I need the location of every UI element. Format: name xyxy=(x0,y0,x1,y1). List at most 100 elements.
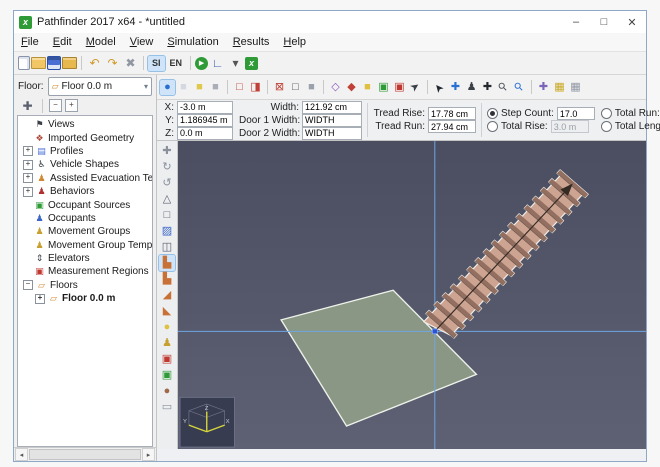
add-occupant-icon[interactable]: ♟ xyxy=(159,335,175,351)
door1-width-field[interactable] xyxy=(302,114,362,127)
menu-edit[interactable]: Edit xyxy=(46,35,79,49)
en-units-button[interactable]: EN xyxy=(166,56,187,71)
si-units-button[interactable]: SI xyxy=(148,56,165,71)
x-field[interactable] xyxy=(177,101,233,114)
z-field[interactable] xyxy=(177,127,233,140)
menu-model[interactable]: Model xyxy=(79,35,123,49)
obstruction-icon[interactable]: ● xyxy=(159,383,175,399)
rectangle-room-icon[interactable]: □ xyxy=(159,207,175,223)
tree-expander[interactable]: + xyxy=(35,294,45,304)
redo-icon[interactable]: ↷ xyxy=(104,55,121,72)
tree-expander[interactable]: + xyxy=(23,187,33,197)
tree-expander[interactable]: + xyxy=(23,160,33,170)
mesh-mode-icon[interactable]: ◆ xyxy=(344,80,359,95)
tree-options-icon[interactable]: ✚ xyxy=(19,97,36,114)
move-tool-icon[interactable]: ✚ xyxy=(448,80,463,95)
tree-expander[interactable]: + xyxy=(23,146,33,156)
tread-run-field[interactable] xyxy=(428,120,476,133)
snap-to-objects-icon[interactable]: ● xyxy=(160,80,175,95)
tread-rise-field[interactable] xyxy=(428,107,476,120)
tree-item-profiles[interactable]: +▤Profiles xyxy=(21,145,152,158)
close-button[interactable]: ✕ xyxy=(618,11,646,33)
tree-item-floor-0-0-m[interactable]: +▱Floor 0.0 m xyxy=(21,292,152,305)
tree-horizontal-scrollbar[interactable]: ◂ ▸ xyxy=(14,447,156,461)
exit-door-icon[interactable]: ▣ xyxy=(159,351,175,367)
select-move-icon[interactable]: ✚ xyxy=(159,143,175,159)
orbit-view-icon[interactable]: ↺ xyxy=(159,175,175,191)
reset-view-icon[interactable]: ✚ xyxy=(536,80,551,95)
select-tool-icon[interactable]: ➤ xyxy=(429,76,450,97)
expand-all-button[interactable]: + xyxy=(65,99,78,112)
ramp-tool-icon[interactable]: ◢ xyxy=(159,287,175,303)
wall-tool-icon[interactable]: ◫ xyxy=(159,239,175,255)
tree-item-measurement-regions[interactable]: ▣Measurement Regions xyxy=(21,265,152,278)
copy-yellow-icon[interactable]: ■ xyxy=(192,80,207,95)
tree-item-occupant-sources[interactable]: ▣Occupant Sources xyxy=(21,198,152,211)
tree-item-behaviors[interactable]: +♟Behaviors xyxy=(21,185,152,198)
door2-width-field[interactable] xyxy=(302,127,362,140)
measure-tool-icon[interactable]: ▭ xyxy=(159,399,175,415)
y-field[interactable] xyxy=(177,114,233,127)
menu-simulation[interactable]: Simulation xyxy=(160,35,225,49)
occupant-source-icon[interactable]: ▣ xyxy=(159,367,175,383)
tree-item-imported-geometry[interactable]: ❖Imported Geometry xyxy=(21,131,152,144)
scrollbar-thumb[interactable] xyxy=(29,449,141,460)
scene-canvas[interactable]: XYZ xyxy=(178,141,646,449)
total-rise-field[interactable] xyxy=(551,120,589,133)
floor-selector-dropdown[interactable]: ▱ Floor 0.0 m ▾ xyxy=(48,77,152,96)
scroll-left-arrow[interactable]: ◂ xyxy=(15,448,28,461)
wireframe-cube-icon[interactable]: □ xyxy=(232,80,247,95)
step-count-radio[interactable] xyxy=(487,108,498,119)
minimize-button[interactable]: – xyxy=(562,11,590,33)
step-count-field[interactable] xyxy=(557,107,595,120)
3d-viewport[interactable]: XYZ xyxy=(178,141,646,449)
run-simulation-icon[interactable]: ▶ xyxy=(195,57,208,70)
scroll-right-arrow[interactable]: ▸ xyxy=(142,448,155,461)
tree-item-elevators[interactable]: ⇕Elevators xyxy=(21,252,152,265)
copy-object-icon[interactable]: ■ xyxy=(176,80,191,95)
roam-tool-icon[interactable]: ♟ xyxy=(464,80,479,95)
delete-icon[interactable]: ✖ xyxy=(122,55,139,72)
collapse-all-button[interactable]: − xyxy=(49,99,62,112)
edit-grid-icon[interactable]: ▦ xyxy=(568,80,583,95)
tree-expander[interactable]: − xyxy=(23,280,33,290)
tree-expander[interactable]: + xyxy=(23,173,33,183)
new-file-icon[interactable] xyxy=(18,56,30,70)
stairs-door-tool-icon[interactable]: ▙ xyxy=(159,271,175,287)
show-occupants-icon[interactable]: ■ xyxy=(360,80,375,95)
undo-icon[interactable]: ↶ xyxy=(86,55,103,72)
menu-file[interactable]: File xyxy=(14,35,46,49)
total-run-radio[interactable] xyxy=(601,108,612,119)
cursor-options-icon[interactable]: ➤ xyxy=(405,77,426,98)
show-all-icon[interactable]: ■ xyxy=(304,80,319,95)
escalator-tool-icon[interactable]: ◣ xyxy=(159,303,175,319)
zoom-box-tool-icon[interactable]: ⚲ xyxy=(509,76,530,97)
tree-item-occupants[interactable]: ♟Occupants xyxy=(21,212,152,225)
results-dropdown-caret[interactable]: ▾ xyxy=(227,55,244,72)
save-as-icon[interactable] xyxy=(62,57,77,69)
menu-results[interactable]: Results xyxy=(226,35,277,49)
menu-view[interactable]: View xyxy=(123,35,161,49)
hide-object-icon[interactable]: ⊠ xyxy=(272,80,287,95)
maximize-button[interactable]: □ xyxy=(590,11,618,33)
tree-item-views[interactable]: ⚑Views xyxy=(21,118,152,131)
polygon-room-icon[interactable]: △ xyxy=(159,191,175,207)
grid-snap-icon[interactable]: ▦ xyxy=(552,80,567,95)
copy-gray-icon[interactable]: ■ xyxy=(208,80,223,95)
stairs-object[interactable] xyxy=(421,170,588,344)
pathfinder-results-icon[interactable]: x xyxy=(245,57,258,70)
tree-item-assisted-evacuation-teams[interactable]: +♟Assisted Evacuation Teams xyxy=(21,172,152,185)
show-exits-icon[interactable]: ▣ xyxy=(392,80,407,95)
elevator-tool-icon[interactable]: ● xyxy=(159,319,175,335)
total-length-radio[interactable] xyxy=(601,121,612,132)
tree-item-movement-group-templates[interactable]: ♟Movement Group Templates xyxy=(21,239,152,252)
stairs-tool-icon[interactable]: ▙ xyxy=(159,255,175,271)
width-field[interactable] xyxy=(302,101,362,114)
menu-help[interactable]: Help xyxy=(276,35,313,49)
floor-tool-icon[interactable]: ▨ xyxy=(159,223,175,239)
show-object-icon[interactable]: □ xyxy=(288,80,303,95)
rotate-view-icon[interactable]: ↻ xyxy=(159,159,175,175)
wireframe-mode-icon[interactable]: ◇ xyxy=(328,80,343,95)
results-chart-icon[interactable]: ∟ xyxy=(209,55,226,72)
tree-item-vehicle-shapes[interactable]: +♿Vehicle Shapes xyxy=(21,158,152,171)
